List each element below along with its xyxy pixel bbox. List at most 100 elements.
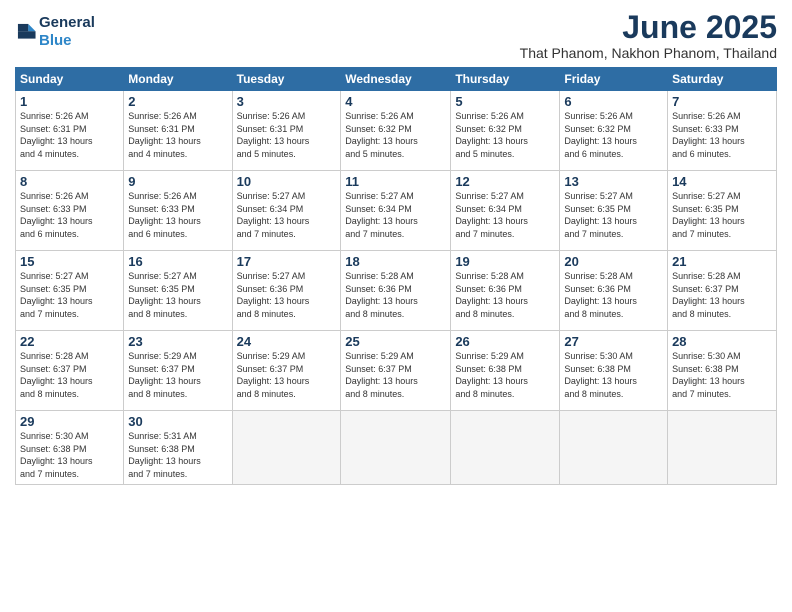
day-number: 2 <box>128 94 227 109</box>
day-number: 21 <box>672 254 772 269</box>
table-row <box>560 411 668 484</box>
col-thursday: Thursday <box>451 68 560 91</box>
location-title: That Phanom, Nakhon Phanom, Thailand <box>520 45 777 61</box>
day-info: Sunrise: 5:29 AMSunset: 6:37 PMDaylight:… <box>237 350 337 400</box>
calendar: Sunday Monday Tuesday Wednesday Thursday… <box>15 67 777 484</box>
day-info: Sunrise: 5:30 AMSunset: 6:38 PMDaylight:… <box>672 350 772 400</box>
day-number: 17 <box>237 254 337 269</box>
table-row: 6Sunrise: 5:26 AMSunset: 6:32 PMDaylight… <box>560 91 668 171</box>
day-info: Sunrise: 5:27 AMSunset: 6:34 PMDaylight:… <box>345 190 446 240</box>
day-number: 29 <box>20 414 119 429</box>
table-row: 14Sunrise: 5:27 AMSunset: 6:35 PMDayligh… <box>668 171 777 251</box>
table-row: 15Sunrise: 5:27 AMSunset: 6:35 PMDayligh… <box>16 251 124 331</box>
day-number: 23 <box>128 334 227 349</box>
table-row: 13Sunrise: 5:27 AMSunset: 6:35 PMDayligh… <box>560 171 668 251</box>
day-info: Sunrise: 5:28 AMSunset: 6:37 PMDaylight:… <box>672 270 772 320</box>
day-info: Sunrise: 5:26 AMSunset: 6:31 PMDaylight:… <box>20 110 119 160</box>
table-row: 23Sunrise: 5:29 AMSunset: 6:37 PMDayligh… <box>124 331 232 411</box>
table-row: 28Sunrise: 5:30 AMSunset: 6:38 PMDayligh… <box>668 331 777 411</box>
table-row <box>451 411 560 484</box>
table-row: 17Sunrise: 5:27 AMSunset: 6:36 PMDayligh… <box>232 251 341 331</box>
col-saturday: Saturday <box>668 68 777 91</box>
table-row: 20Sunrise: 5:28 AMSunset: 6:36 PMDayligh… <box>560 251 668 331</box>
table-row: 9Sunrise: 5:26 AMSunset: 6:33 PMDaylight… <box>124 171 232 251</box>
day-number: 9 <box>128 174 227 189</box>
table-row: 25Sunrise: 5:29 AMSunset: 6:37 PMDayligh… <box>341 331 451 411</box>
day-info: Sunrise: 5:27 AMSunset: 6:35 PMDaylight:… <box>672 190 772 240</box>
day-number: 22 <box>20 334 119 349</box>
title-section: June 2025 That Phanom, Nakhon Phanom, Th… <box>520 10 777 61</box>
day-info: Sunrise: 5:26 AMSunset: 6:31 PMDaylight:… <box>237 110 337 160</box>
table-row: 29Sunrise: 5:30 AMSunset: 6:38 PMDayligh… <box>16 411 124 484</box>
day-number: 30 <box>128 414 227 429</box>
day-info: Sunrise: 5:27 AMSunset: 6:35 PMDaylight:… <box>20 270 119 320</box>
table-row: 7Sunrise: 5:26 AMSunset: 6:33 PMDaylight… <box>668 91 777 171</box>
table-row <box>232 411 341 484</box>
day-info: Sunrise: 5:29 AMSunset: 6:37 PMDaylight:… <box>128 350 227 400</box>
table-row: 24Sunrise: 5:29 AMSunset: 6:37 PMDayligh… <box>232 331 341 411</box>
day-info: Sunrise: 5:30 AMSunset: 6:38 PMDaylight:… <box>20 430 119 480</box>
table-row: 10Sunrise: 5:27 AMSunset: 6:34 PMDayligh… <box>232 171 341 251</box>
day-number: 8 <box>20 174 119 189</box>
table-row: 1Sunrise: 5:26 AMSunset: 6:31 PMDaylight… <box>16 91 124 171</box>
header: General Blue June 2025 That Phanom, Nakh… <box>15 10 777 61</box>
day-info: Sunrise: 5:28 AMSunset: 6:36 PMDaylight:… <box>455 270 555 320</box>
table-row: 3Sunrise: 5:26 AMSunset: 6:31 PMDaylight… <box>232 91 341 171</box>
day-number: 12 <box>455 174 555 189</box>
day-number: 28 <box>672 334 772 349</box>
day-info: Sunrise: 5:26 AMSunset: 6:31 PMDaylight:… <box>128 110 227 160</box>
day-number: 18 <box>345 254 446 269</box>
page: General Blue June 2025 That Phanom, Nakh… <box>0 0 792 612</box>
day-info: Sunrise: 5:27 AMSunset: 6:36 PMDaylight:… <box>237 270 337 320</box>
day-number: 27 <box>564 334 663 349</box>
table-row <box>668 411 777 484</box>
day-number: 15 <box>20 254 119 269</box>
day-info: Sunrise: 5:28 AMSunset: 6:36 PMDaylight:… <box>564 270 663 320</box>
day-number: 4 <box>345 94 446 109</box>
day-number: 24 <box>237 334 337 349</box>
day-info: Sunrise: 5:30 AMSunset: 6:38 PMDaylight:… <box>564 350 663 400</box>
table-row: 18Sunrise: 5:28 AMSunset: 6:36 PMDayligh… <box>341 251 451 331</box>
day-number: 16 <box>128 254 227 269</box>
day-info: Sunrise: 5:29 AMSunset: 6:37 PMDaylight:… <box>345 350 446 400</box>
logo-icon <box>15 21 37 43</box>
day-info: Sunrise: 5:27 AMSunset: 6:35 PMDaylight:… <box>564 190 663 240</box>
table-row: 4Sunrise: 5:26 AMSunset: 6:32 PMDaylight… <box>341 91 451 171</box>
day-number: 5 <box>455 94 555 109</box>
table-row: 8Sunrise: 5:26 AMSunset: 6:33 PMDaylight… <box>16 171 124 251</box>
day-number: 26 <box>455 334 555 349</box>
logo: General Blue <box>15 14 95 50</box>
table-row: 12Sunrise: 5:27 AMSunset: 6:34 PMDayligh… <box>451 171 560 251</box>
day-info: Sunrise: 5:27 AMSunset: 6:35 PMDaylight:… <box>128 270 227 320</box>
day-info: Sunrise: 5:26 AMSunset: 6:33 PMDaylight:… <box>672 110 772 160</box>
month-title: June 2025 <box>520 10 777 45</box>
day-info: Sunrise: 5:26 AMSunset: 6:33 PMDaylight:… <box>128 190 227 240</box>
day-info: Sunrise: 5:26 AMSunset: 6:32 PMDaylight:… <box>455 110 555 160</box>
day-number: 20 <box>564 254 663 269</box>
logo-text: General Blue <box>39 14 95 50</box>
day-number: 19 <box>455 254 555 269</box>
day-number: 13 <box>564 174 663 189</box>
day-number: 10 <box>237 174 337 189</box>
calendar-header-row: Sunday Monday Tuesday Wednesday Thursday… <box>16 68 777 91</box>
day-info: Sunrise: 5:29 AMSunset: 6:38 PMDaylight:… <box>455 350 555 400</box>
table-row <box>341 411 451 484</box>
day-info: Sunrise: 5:31 AMSunset: 6:38 PMDaylight:… <box>128 430 227 480</box>
day-info: Sunrise: 5:27 AMSunset: 6:34 PMDaylight:… <box>455 190 555 240</box>
table-row: 21Sunrise: 5:28 AMSunset: 6:37 PMDayligh… <box>668 251 777 331</box>
day-info: Sunrise: 5:28 AMSunset: 6:36 PMDaylight:… <box>345 270 446 320</box>
day-info: Sunrise: 5:26 AMSunset: 6:33 PMDaylight:… <box>20 190 119 240</box>
col-sunday: Sunday <box>16 68 124 91</box>
day-number: 14 <box>672 174 772 189</box>
day-number: 25 <box>345 334 446 349</box>
day-number: 7 <box>672 94 772 109</box>
day-number: 1 <box>20 94 119 109</box>
table-row: 16Sunrise: 5:27 AMSunset: 6:35 PMDayligh… <box>124 251 232 331</box>
table-row: 22Sunrise: 5:28 AMSunset: 6:37 PMDayligh… <box>16 331 124 411</box>
day-number: 6 <box>564 94 663 109</box>
day-number: 3 <box>237 94 337 109</box>
table-row: 30Sunrise: 5:31 AMSunset: 6:38 PMDayligh… <box>124 411 232 484</box>
col-monday: Monday <box>124 68 232 91</box>
day-number: 11 <box>345 174 446 189</box>
col-friday: Friday <box>560 68 668 91</box>
